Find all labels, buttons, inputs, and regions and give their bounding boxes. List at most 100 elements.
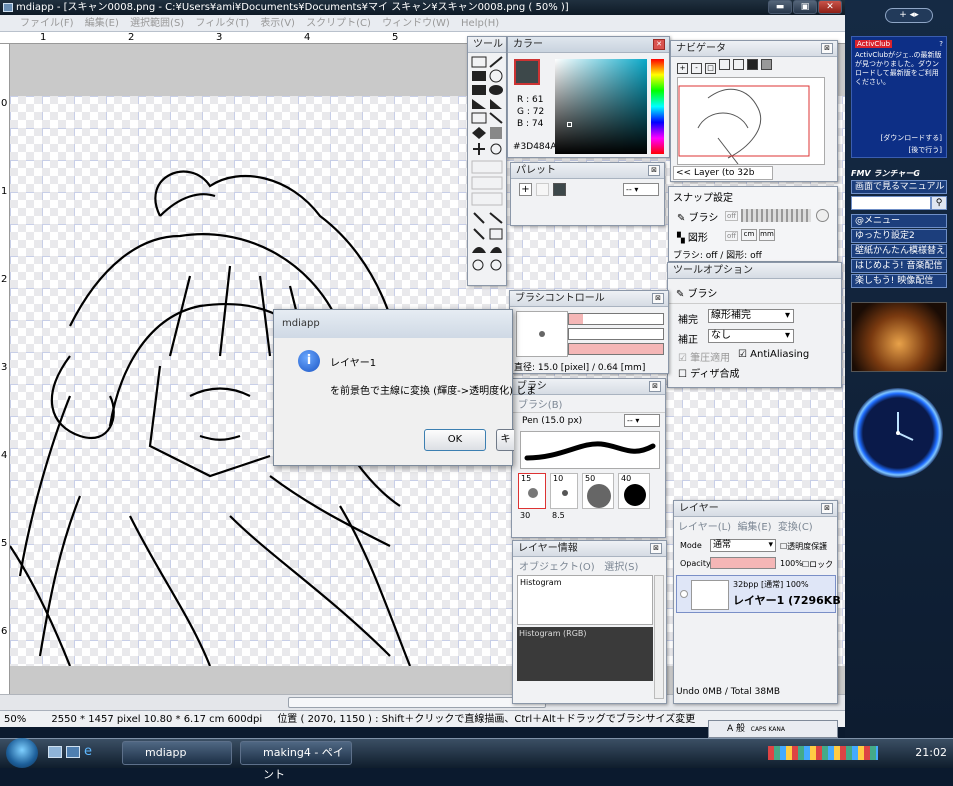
menu-file[interactable]: ファイル(F) (20, 18, 74, 29)
preset-size: 50 (585, 474, 596, 483)
brush-close-icon[interactable]: ⊠ (649, 381, 661, 392)
antialias-checkbox[interactable]: ☑ AntiAliasing (738, 349, 809, 360)
lock-checkbox[interactable]: ☐ロック (802, 559, 833, 570)
sidebar-item-music[interactable]: はじめよう! 音楽配信 (851, 259, 947, 273)
menu-edit[interactable]: 編集(E) (85, 18, 119, 29)
snap-unit-cm[interactable]: cm (741, 229, 757, 241)
maximize-button[interactable]: ▣ (793, 0, 817, 14)
search-icon[interactable]: ⚲ (931, 196, 947, 210)
brush-stroke-preview (520, 431, 660, 469)
protect-alpha-checkbox[interactable]: ☐透明度保護 (780, 541, 827, 552)
layer-info-scrollbar[interactable] (654, 575, 664, 699)
ok-button[interactable]: OK (424, 429, 486, 451)
layers-close-icon[interactable]: ⊠ (821, 503, 833, 514)
menu-selection[interactable]: 選択範囲(S) (130, 18, 184, 29)
reset-icon[interactable] (761, 59, 772, 70)
palette-menu-dropdown[interactable]: -- ▾ (623, 183, 659, 196)
menu-help[interactable]: Help(H) (461, 18, 499, 29)
minimize-button[interactable]: ▬ (768, 0, 792, 14)
ruler-tick: 1 (40, 32, 47, 43)
brush-control-close-icon[interactable]: ⊠ (652, 293, 664, 304)
tool-icons-grid[interactable] (468, 53, 506, 283)
menu-layer-convert[interactable]: 変換(C) (778, 522, 813, 533)
window-title-bar: mdiapp - [スキャン0008.png - C:¥Users¥ami¥Do… (0, 0, 845, 15)
flip-icon[interactable] (747, 59, 758, 70)
layer-info-close-icon[interactable]: ⊠ (650, 543, 662, 554)
cancel-button[interactable]: キ (496, 429, 514, 451)
zoom-in-icon[interactable]: + (677, 63, 688, 74)
correct-select[interactable]: なし ▾ (708, 329, 794, 343)
switch-windows-icon[interactable] (66, 746, 80, 758)
dither-checkbox[interactable]: ☐ ディザ合成 (678, 365, 739, 380)
zoom-fit-icon[interactable]: □ (705, 63, 716, 74)
ie-icon[interactable]: e (84, 744, 98, 759)
palette-swatch[interactable] (553, 183, 566, 196)
palette-panel: パレット ⊠ + -- ▾ (510, 162, 665, 226)
brush-preset[interactable]: 10 (550, 473, 578, 509)
show-desktop-icon[interactable] (48, 746, 62, 758)
snap-unit-mm[interactable]: mm (759, 229, 775, 241)
interp-select[interactable]: 線形補完 ▾ (708, 309, 794, 323)
layer-row[interactable]: 32bpp [通常] 100% レイヤー1 (7296KB (676, 575, 841, 613)
gadget-add-button[interactable]: + ◂▸ (885, 8, 933, 23)
palette-swatch-empty[interactable] (536, 183, 549, 196)
hue-slider[interactable] (651, 59, 664, 154)
sidebar-item-settings[interactable]: ゆったり設定2 (851, 229, 947, 243)
palette-add-button[interactable]: + (519, 183, 532, 196)
palette-close-icon[interactable]: ⊠ (648, 165, 660, 176)
menu-window[interactable]: ウィンドウ(W) (382, 18, 450, 29)
sidebar-item-video[interactable]: 楽しもう! 映像配信 (851, 274, 947, 288)
snap-shape-label: 図形 (687, 233, 708, 244)
layer-visibility-icon[interactable] (680, 590, 688, 598)
size-slider[interactable] (568, 313, 664, 325)
opacity-bar[interactable] (710, 557, 776, 569)
rotate-right-icon[interactable] (733, 59, 744, 70)
snap-brush-modes[interactable] (741, 209, 811, 222)
menu-select[interactable]: 選択(S) (604, 562, 638, 573)
saturation-value-picker[interactable] (555, 59, 647, 154)
later-link[interactable]: [後で行う] (909, 145, 942, 155)
brush-preset[interactable]: 50 (582, 473, 614, 509)
menu-view[interactable]: 表示(V) (260, 18, 295, 29)
menu-script[interactable]: スクリプト(C) (306, 18, 371, 29)
navigator-close-icon[interactable]: ⊠ (821, 43, 833, 54)
slideshow-photo[interactable] (851, 302, 947, 372)
pressure-checkbox[interactable]: ☑ 筆圧適用 (678, 349, 730, 364)
taskbar-item-mdiapp[interactable]: mdiapp (122, 741, 232, 765)
scrollbar-thumb[interactable] (288, 697, 546, 708)
density-slider[interactable] (568, 343, 664, 355)
close-button[interactable]: ✕ (818, 0, 842, 14)
navigator-thumbnail[interactable] (677, 77, 825, 165)
notification-tray-icons[interactable] (768, 746, 878, 760)
blend-mode-select[interactable]: 通常 ▾ (710, 539, 776, 552)
menu-layer-edit[interactable]: 編集(E) (737, 522, 771, 533)
taskbar-item-paint[interactable]: making4 - ペイント (240, 741, 352, 781)
search-input[interactable] (851, 196, 931, 210)
menu-object[interactable]: オブジェクト(O) (519, 562, 595, 573)
foreground-color-swatch[interactable] (514, 59, 540, 85)
preset-size: 8.5 (552, 511, 565, 520)
ime-language-bar[interactable]: A 般 CAPS KANA (708, 720, 838, 738)
start-button[interactable] (6, 738, 38, 768)
picker-cursor[interactable] (567, 122, 572, 127)
snap-shape-off-toggle[interactable]: off (725, 231, 739, 241)
opacity-slider[interactable] (568, 328, 664, 340)
zoom-out-icon[interactable]: - (691, 63, 702, 74)
sidebar-item-menu[interactable]: @メニュー (851, 214, 947, 228)
rotate-left-icon[interactable] (719, 59, 730, 70)
layer-convert-button[interactable]: << Layer (to 32b (673, 166, 773, 180)
color-panel-close-icon[interactable]: ✕ (653, 39, 665, 50)
menu-layer[interactable]: レイヤー(L) (678, 522, 731, 533)
snap-circle-icon[interactable] (816, 209, 829, 222)
clock-gadget (853, 388, 943, 478)
snap-brush-off-toggle[interactable]: off (725, 211, 739, 221)
sidebar-item-wallpaper[interactable]: 壁紙かんたん模様替え (851, 244, 947, 258)
brush-menu-dropdown[interactable]: -- ▾ (624, 414, 660, 427)
menu-filter[interactable]: フィルタ(T) (195, 18, 249, 29)
brush-preset[interactable]: 40 (618, 473, 650, 509)
help-icon[interactable]: ? (939, 40, 943, 48)
sidebar-item-manual[interactable]: 画面で見るマニュアル (851, 180, 947, 194)
brush-tab[interactable]: ブラシ(B) (512, 395, 665, 413)
download-link[interactable]: [ダウンロードする] (881, 133, 942, 143)
brush-preset[interactable]: 15 (518, 473, 546, 509)
